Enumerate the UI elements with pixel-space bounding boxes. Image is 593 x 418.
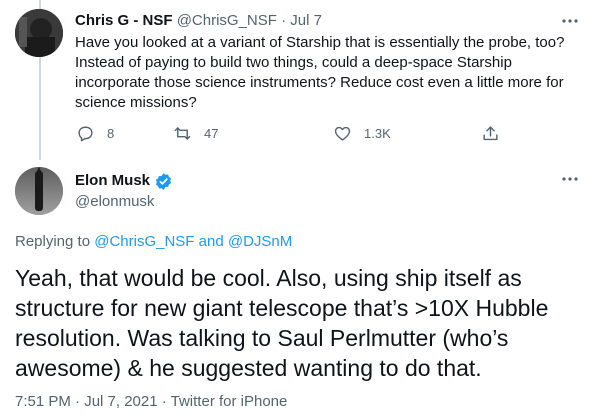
mention-link-djsnm[interactable]: @DJSnM: [228, 233, 292, 250]
like-button[interactable]: 1.3K: [333, 124, 391, 143]
more-options-icon[interactable]: [561, 12, 579, 28]
tweet1-text: Have you looked at a variant of Starship…: [75, 34, 565, 111]
replying-and: and: [198, 233, 224, 250]
author-handle[interactable]: @ChrisG_NSF: [177, 12, 277, 29]
tweet2-text: Yeah, that would be cool. Also, using sh…: [15, 265, 549, 381]
author-name[interactable]: Chris G - NSF: [75, 12, 173, 29]
avatar-photo: [15, 167, 63, 215]
elon-name-row: Elon Musk: [75, 171, 173, 191]
tweet-date[interactable]: Jul 7: [290, 12, 322, 29]
verified-badge-icon: [155, 172, 172, 190]
separator-dot: ·: [281, 12, 287, 29]
reply-button[interactable]: 8: [76, 124, 114, 143]
like-count: 1.3K: [364, 126, 391, 141]
retweet-button[interactable]: 47: [173, 124, 218, 143]
avatar-photo: [15, 9, 63, 57]
reply-count: 8: [107, 126, 115, 141]
tweet-timestamp-source[interactable]: 7:51 PM · Jul 7, 2021 · Twitter for iPho…: [15, 392, 287, 412]
heart-icon: [334, 126, 351, 141]
mention-link-chrisg[interactable]: @ChrisG_NSF: [94, 233, 194, 250]
share-icon: [483, 126, 498, 141]
retweet-icon: [174, 127, 191, 140]
avatar-chris[interactable]: [15, 9, 63, 57]
share-button[interactable]: [481, 124, 500, 143]
retweet-count: 47: [204, 126, 219, 141]
reply-icon: [78, 126, 93, 142]
author-handle[interactable]: @elonmusk: [75, 192, 154, 212]
avatar-elon[interactable]: [15, 167, 63, 215]
replying-prefix: Replying to: [15, 233, 91, 250]
tweet1-header: Chris G - NSF @ChrisG_NSF · Jul 7: [75, 11, 322, 31]
more-options-icon[interactable]: [561, 170, 579, 186]
author-name[interactable]: Elon Musk: [75, 171, 150, 191]
replying-to-line: Replying to @ChrisG_NSF and @DJSnM: [15, 232, 292, 252]
tweet1-action-bar: 8 47 1.3K: [0, 124, 593, 144]
